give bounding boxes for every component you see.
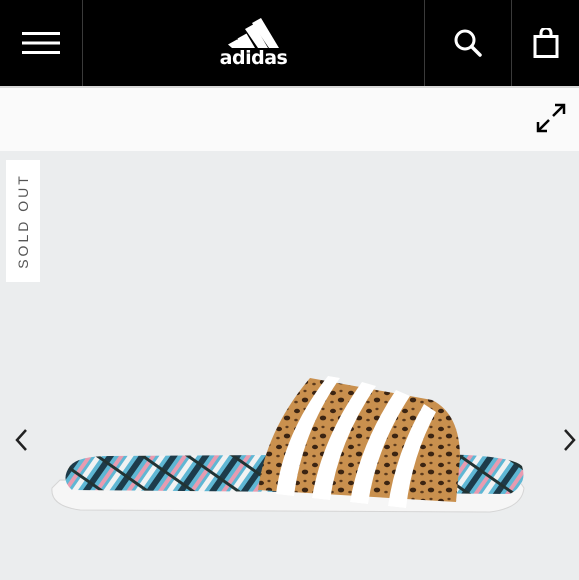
sold-out-label: SOLD OUT (15, 173, 32, 269)
expand-arrows-icon (536, 103, 566, 133)
next-image-button[interactable] (560, 427, 579, 453)
slide-sandal-illustration (51, 376, 525, 513)
search-icon (454, 29, 482, 57)
previous-image-button[interactable] (12, 427, 32, 453)
chevron-right-icon (564, 429, 576, 451)
sold-out-badge: SOLD OUT (6, 160, 40, 282)
shopping-bag-icon (533, 28, 558, 58)
adidas-logo-icon (227, 18, 279, 48)
product-image-slide-sandal (40, 370, 540, 530)
gallery-toolbar (0, 86, 579, 151)
chevron-left-icon (15, 429, 27, 451)
brand-logo[interactable]: adidas (83, 0, 424, 86)
shopping-bag-button[interactable] (511, 0, 579, 86)
hamburger-menu-icon (22, 32, 60, 54)
brand-wordmark: adidas (219, 47, 288, 69)
search-button[interactable] (424, 0, 511, 86)
top-navigation-bar: adidas (0, 0, 579, 86)
menu-button[interactable] (0, 0, 83, 86)
fullscreen-button[interactable] (535, 102, 567, 134)
